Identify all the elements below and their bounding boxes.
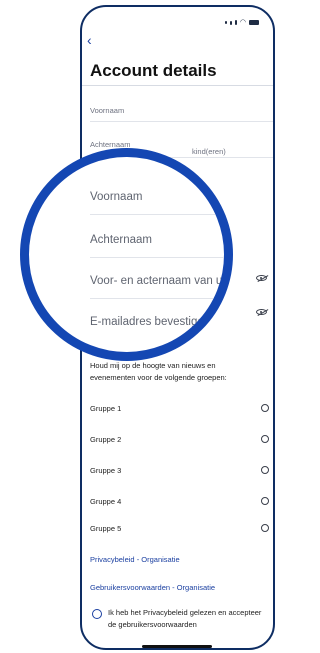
radio-button[interactable] — [261, 524, 269, 532]
consent-radio-button[interactable] — [92, 609, 102, 619]
privacy-link[interactable]: Privacybeleid - Organisatie — [90, 555, 180, 564]
group-option[interactable]: Gruppe 5 — [90, 524, 273, 536]
group-label: Gruppe 5 — [90, 524, 122, 533]
status-bar: ◠ — [224, 19, 259, 26]
newsletter-intro: Houd mij op de hoogte van nieuws en even… — [90, 361, 227, 382]
eye-slash-icon[interactable] — [256, 275, 267, 281]
group-label: Gruppe 4 — [90, 497, 122, 506]
radio-button[interactable] — [261, 404, 269, 412]
signal-bar — [224, 21, 227, 24]
divider — [82, 85, 273, 86]
battery-icon — [249, 20, 259, 25]
divider — [90, 257, 224, 258]
group-option[interactable]: Gruppe 1 — [90, 404, 273, 416]
group-option[interactable]: Gruppe 2 — [90, 435, 273, 447]
group-option[interactable]: Gruppe 3 — [90, 466, 273, 478]
wifi-icon: ◠ — [239, 19, 246, 26]
magnified-confirm-email-field: E-mailadres bevestigen — [90, 316, 211, 328]
page-title: Account details — [90, 61, 217, 80]
terms-link[interactable]: Gebruikersvoorwaarden - Organisatie — [90, 583, 215, 592]
home-indicator — [142, 645, 212, 648]
magnified-last-name-field: Achternaam — [90, 234, 153, 246]
back-icon[interactable]: ‹ — [87, 33, 92, 47]
child-name-field-partial: kind(eren) — [192, 147, 226, 156]
magnifier-lens: Voornaam Achternaam Voor- en acternaam v… — [20, 148, 233, 361]
consent-text: Ik heb het Privacybeleid gelezen en acce… — [108, 608, 262, 629]
group-label: Gruppe 2 — [90, 435, 122, 444]
divider — [90, 121, 273, 122]
group-label: Gruppe 1 — [90, 404, 122, 413]
magnified-child-name-field: Voor- en acternaam van uw — [90, 275, 231, 287]
radio-button[interactable] — [261, 466, 269, 474]
divider — [90, 298, 224, 299]
radio-button[interactable] — [261, 435, 269, 443]
signal-bar — [229, 20, 232, 25]
eye-slash-icon[interactable] — [256, 309, 267, 315]
group-option[interactable]: Gruppe 4 — [90, 497, 273, 509]
group-label: Gruppe 3 — [90, 466, 122, 475]
magnified-first-name-field: Voornaam — [90, 191, 143, 203]
first-name-field[interactable]: Voornaam — [90, 106, 273, 115]
divider — [90, 214, 224, 215]
signal-bar — [234, 20, 237, 25]
radio-button[interactable] — [261, 497, 269, 505]
